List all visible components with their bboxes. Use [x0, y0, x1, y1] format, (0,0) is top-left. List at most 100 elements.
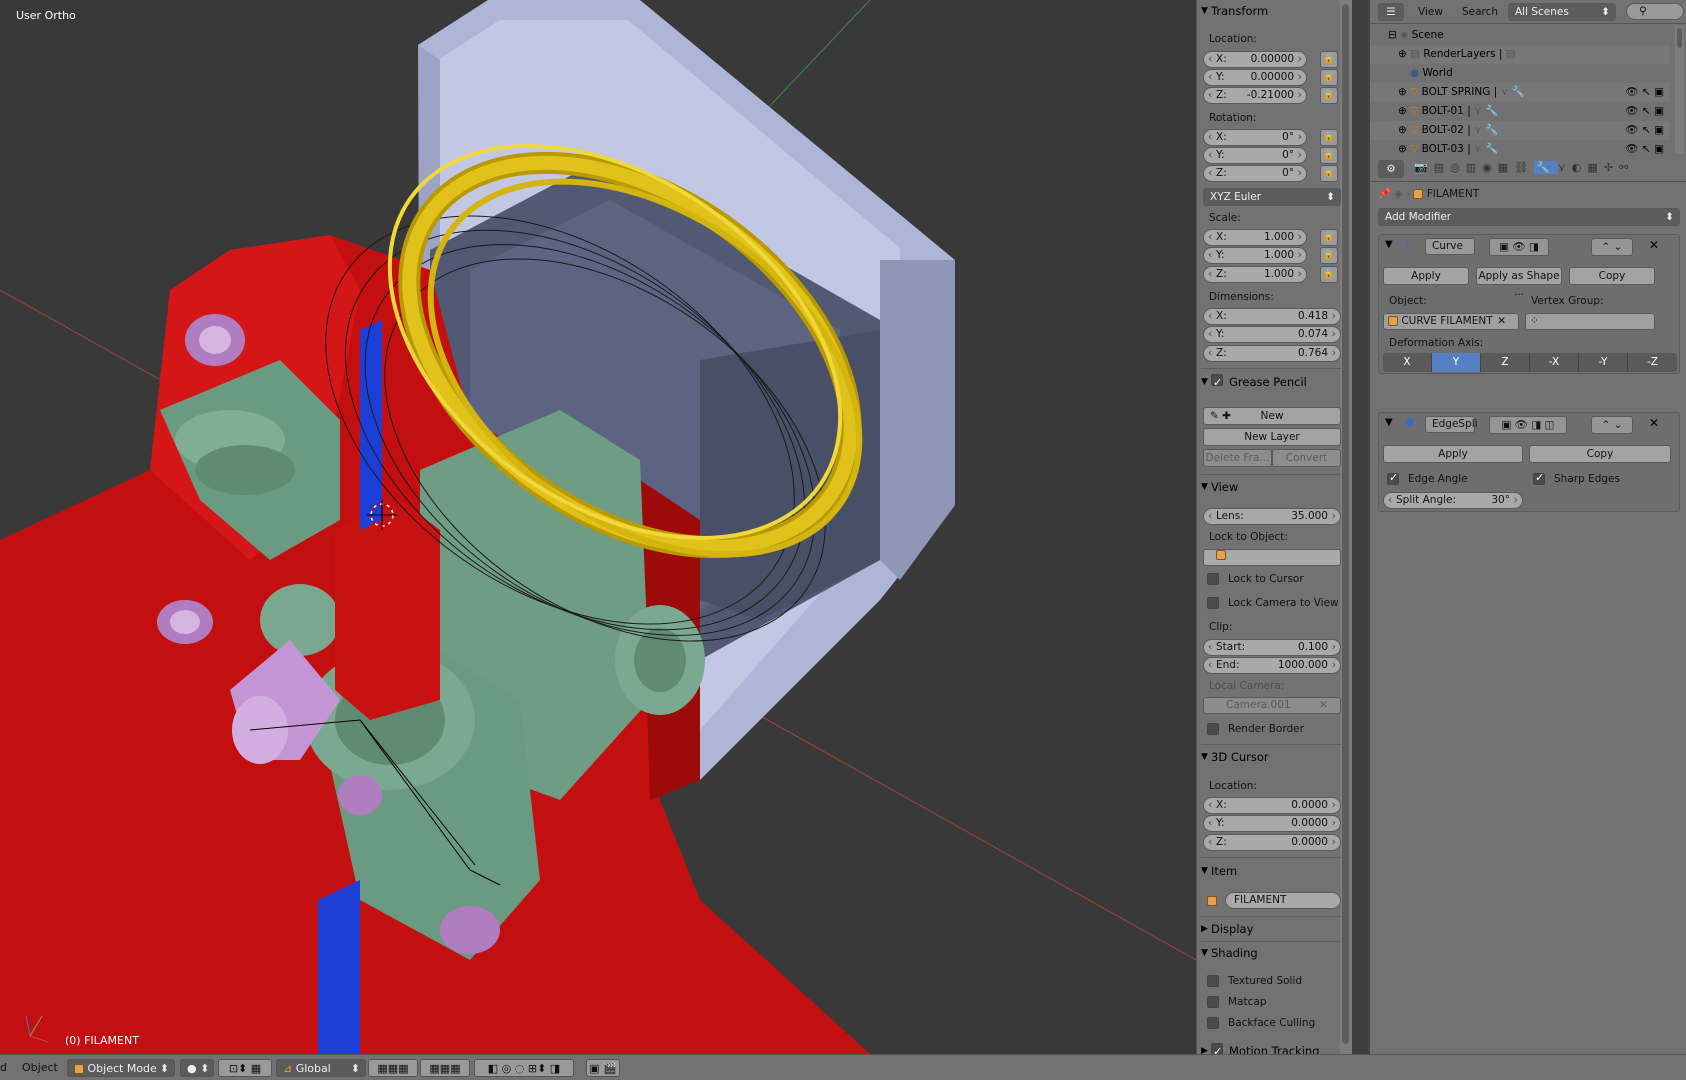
- rotation-x-field[interactable]: X:0°: [1203, 129, 1307, 146]
- grease-pencil-new-button[interactable]: ✎ ✚ New: [1203, 407, 1341, 425]
- orientation-dropdown[interactable]: ⊿ Global ⬍: [276, 1059, 366, 1077]
- cursor-y-field[interactable]: Y:0.0000: [1203, 815, 1341, 832]
- convert-button[interactable]: Convert: [1272, 449, 1341, 467]
- remove-modifier-icon[interactable]: ✕: [1649, 416, 1659, 430]
- axis-y-button[interactable]: Y: [1432, 353, 1481, 372]
- move-modifier-buttons[interactable]: ⌃ ⌄: [1591, 238, 1633, 256]
- location-x-field[interactable]: X:0.00000: [1203, 51, 1307, 68]
- curve-copy-button[interactable]: Copy: [1569, 267, 1655, 285]
- rotation-mode-dropdown[interactable]: XYZ Euler ⬍: [1203, 188, 1341, 206]
- axis-x-button[interactable]: X: [1383, 353, 1432, 372]
- scale-y-field[interactable]: Y:1.000: [1203, 247, 1307, 264]
- lock-icon[interactable]: 🔒: [1320, 69, 1338, 86]
- layers-row-1[interactable]: ▦▦▦: [368, 1059, 418, 1077]
- shading-dropdown[interactable]: ● ⬍: [180, 1059, 214, 1077]
- collapse-triangle-icon[interactable]: ▼: [1385, 417, 1393, 428]
- rotation-y-field[interactable]: Y:0°: [1203, 147, 1307, 164]
- mode-dropdown[interactable]: Object Mode ⬍: [67, 1059, 175, 1077]
- lock-icon[interactable]: 🔒: [1320, 247, 1338, 264]
- outliner-row-scene[interactable]: ⊟ ◈ Scene: [1370, 26, 1670, 45]
- collapse-triangle-icon[interactable]: ▼: [1385, 239, 1393, 250]
- axis-neg-x-button[interactable]: -X: [1530, 353, 1579, 372]
- properties-editor[interactable]: ⚙ 📷▤◎▥◉▦⛓ 🔧 ⋎◐▦✢⚯ 📌 ◈ › FILAMENT Add Modif…: [1368, 156, 1686, 1054]
- display-panel-header[interactable]: ▶ Display: [1197, 918, 1341, 940]
- transform-panel-header[interactable]: ▼ Transform: [1197, 0, 1341, 22]
- lock-icon[interactable]: 🔒: [1320, 165, 1338, 182]
- view-panel-header[interactable]: ▼ View: [1197, 476, 1341, 498]
- properties-shelf[interactable]: ▼Transform Location: X:0.00000 🔒 Y:0.000…: [1196, 0, 1352, 1054]
- view-menu[interactable]: d: [0, 1059, 7, 1077]
- curve-apply-shape-button[interactable]: Apply as Shape ...: [1476, 267, 1562, 298]
- 3d-viewport[interactable]: User Ortho (0) FILAMENT: [0, 0, 1196, 1054]
- axis-neg-z-button[interactable]: -Z: [1628, 353, 1677, 372]
- matcap-checkbox[interactable]: Matcap: [1207, 996, 1266, 1008]
- object-name-field[interactable]: FILAMENT: [1225, 892, 1341, 909]
- location-z-field[interactable]: Z:-0.21000: [1203, 87, 1307, 104]
- local-camera-field[interactable]: Camera.001 ✕: [1203, 697, 1341, 714]
- motion-tracking-panel-header[interactable]: ▶Motion Tracking: [1197, 1040, 1341, 1054]
- remove-modifier-icon[interactable]: ✕: [1649, 238, 1659, 252]
- outliner-row-renderlayers[interactable]: ⊕ ▤ RenderLayers | ▤: [1370, 45, 1670, 64]
- backface-culling-checkbox[interactable]: Backface Culling: [1207, 1017, 1315, 1029]
- cursor-x-field[interactable]: X:0.0000: [1203, 797, 1341, 814]
- outliner-scrollbar[interactable]: [1675, 26, 1684, 154]
- shading-panel-header[interactable]: ▼ Shading: [1197, 942, 1341, 964]
- grease-pencil-panel-header[interactable]: ▼Grease Pencil: [1197, 371, 1341, 394]
- new-layer-button[interactable]: New Layer: [1203, 428, 1341, 446]
- edge-angle-checkbox[interactable]: Edge Angle: [1387, 471, 1468, 485]
- lock-to-object-field[interactable]: [1203, 549, 1341, 566]
- lock-icon[interactable]: 🔒: [1320, 129, 1338, 146]
- add-modifier-dropdown[interactable]: Add Modifier ⬍: [1378, 208, 1680, 226]
- outliner-row-bolt-02[interactable]: ⊕ ▽ BOLT-02 | ⋎ 🔧 👁 ↖ ▣: [1370, 121, 1670, 140]
- rotation-z-field[interactable]: Z:0°: [1203, 165, 1307, 182]
- render-buttons[interactable]: ▣ 🎬: [586, 1059, 620, 1077]
- lock-icon[interactable]: 🔒: [1320, 147, 1338, 164]
- lock-icon[interactable]: 🔒: [1320, 51, 1338, 68]
- modifier-visibility-toggles[interactable]: ▣ 👁 ◨ ◫: [1489, 416, 1567, 434]
- shelf-scrollbar[interactable]: [1340, 0, 1352, 1054]
- textured-solid-checkbox[interactable]: Textured Solid: [1207, 975, 1302, 987]
- delete-frame-button[interactable]: Delete Fra...: [1203, 449, 1272, 467]
- layers-row-2[interactable]: ▦▦▦: [420, 1059, 470, 1077]
- axis-z-button[interactable]: Z: [1481, 353, 1530, 372]
- lock-icon[interactable]: 🔒: [1320, 229, 1338, 246]
- outliner-search-input[interactable]: ⚲: [1626, 3, 1684, 20]
- cursor-z-field[interactable]: Z:0.0000: [1203, 834, 1341, 851]
- vertex-group-field[interactable]: ⁘: [1525, 313, 1655, 330]
- dimensions-z-field[interactable]: Z:0.764: [1203, 345, 1341, 362]
- dimensions-y-field[interactable]: Y:0.074: [1203, 326, 1341, 343]
- edgesplit-copy-button[interactable]: Copy: [1529, 445, 1671, 463]
- outliner-search-menu[interactable]: Search: [1462, 6, 1498, 18]
- lock-icon[interactable]: 🔒: [1320, 87, 1338, 104]
- clip-end-field[interactable]: End:1000.000: [1203, 657, 1341, 674]
- curve-object-field[interactable]: CURVE FILAMENT ✕: [1383, 313, 1519, 330]
- split-angle-field[interactable]: Split Angle:30°: [1383, 492, 1523, 509]
- dimensions-x-field[interactable]: X:0.418: [1203, 308, 1341, 325]
- lock-camera-to-view-checkbox[interactable]: Lock Camera to View: [1207, 597, 1339, 609]
- render-border-checkbox[interactable]: Render Border: [1207, 723, 1304, 735]
- outliner-row-bolt-03[interactable]: ⊕ ▽ BOLT-03 | ⋎ 🔧 👁 ↖ ▣: [1370, 140, 1670, 156]
- lens-field[interactable]: Lens:35.000: [1203, 508, 1341, 525]
- clip-start-field[interactable]: Start:0.100: [1203, 639, 1341, 656]
- lock-icon[interactable]: 🔒: [1320, 266, 1338, 283]
- axis-neg-y-button[interactable]: -Y: [1579, 353, 1628, 372]
- outliner-row-world[interactable]: ● World: [1370, 64, 1670, 83]
- move-modifier-buttons[interactable]: ⌃ ⌄: [1591, 416, 1633, 434]
- outliner-row-bolt-spring[interactable]: ⊕ ▽ BOLT SPRING | ⋎ 🔧 👁 ↖ ▣: [1370, 83, 1670, 102]
- edgesplit-modifier-name[interactable]: EdgeSpli: [1425, 416, 1478, 433]
- lock-to-cursor-checkbox[interactable]: Lock to Cursor: [1207, 573, 1304, 585]
- curve-apply-button[interactable]: Apply: [1383, 267, 1469, 285]
- item-panel-header[interactable]: ▼ Item: [1197, 860, 1341, 882]
- 3d-cursor-panel-header[interactable]: ▼ 3D Cursor: [1197, 746, 1341, 768]
- outliner-editor[interactable]: ☰ View Search All Scenes ⬍ ⚲ ⊟ ◈ Scene ⊕ …: [1368, 0, 1686, 156]
- outliner-row-bolt-01[interactable]: ⊕ ▽ BOLT-01 | ⋎ 🔧 👁 ↖ ▣: [1370, 102, 1670, 121]
- curve-modifier-name[interactable]: Curve: [1425, 238, 1475, 255]
- outliner-view-menu[interactable]: View: [1418, 6, 1443, 18]
- location-y-field[interactable]: Y:0.00000: [1203, 69, 1307, 86]
- edgesplit-apply-button[interactable]: Apply: [1383, 445, 1523, 463]
- properties-context-tabs[interactable]: 📷▤◎▥◉▦⛓ 🔧 ⋎◐▦✢⚯: [1414, 161, 1634, 174]
- object-menu[interactable]: Object: [22, 1059, 58, 1077]
- snap-render-buttons[interactable]: ◧ ◎ ◌ ⊞⬍ ◨: [474, 1059, 574, 1077]
- editor-type-icon[interactable]: ⚙: [1378, 160, 1404, 178]
- sharp-edges-checkbox[interactable]: Sharp Edges: [1533, 471, 1620, 485]
